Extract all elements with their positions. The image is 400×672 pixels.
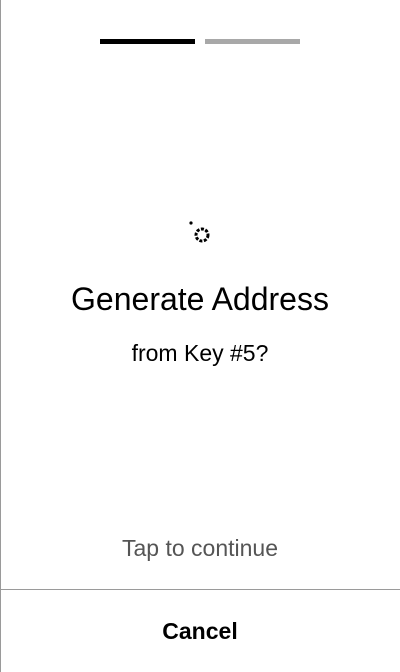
page-subtitle: from Key #5? [131,340,269,366]
progress-step-1 [100,39,195,44]
left-border [0,0,1,672]
progress-step-2 [205,39,300,44]
spinner-icon [186,218,216,248]
tap-to-continue-hint[interactable]: Tap to continue [0,533,400,563]
step-progress [100,39,300,44]
page-title: Generate Address [71,281,329,317]
cancel-button[interactable]: Cancel [0,590,400,672]
